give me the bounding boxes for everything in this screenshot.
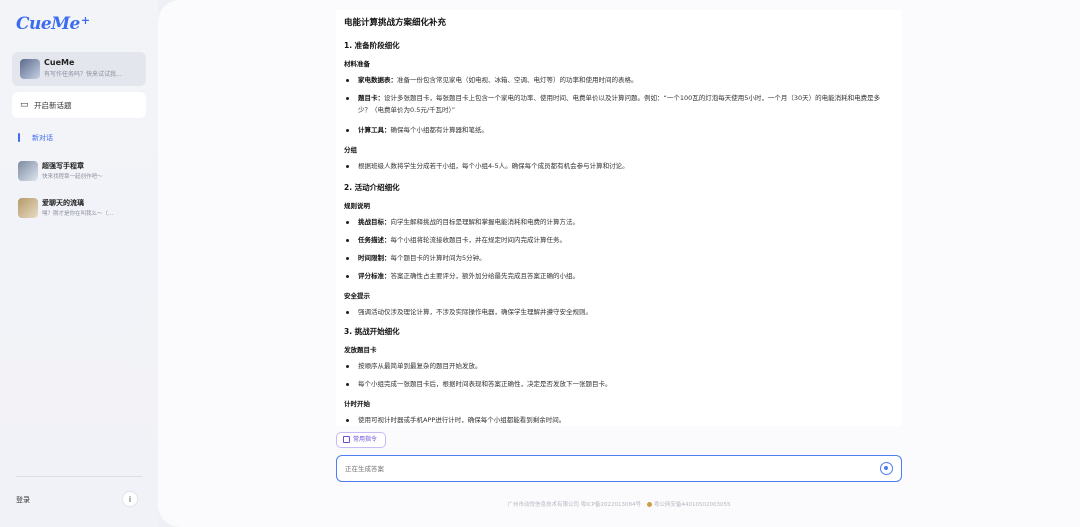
list-item: 题目卡：设计多张题目卡，每张题目卡上包含一个家电的功率、使用时间、电费单价以及计… (344, 92, 892, 116)
list-item: 家电数据表：准备一份包含常见家电（如电视、冰箱、空调、电灯等）的功率和使用时间的… (344, 74, 892, 86)
item-label: 家电数据表： (358, 76, 397, 84)
new-chat-button[interactable]: ▭ 开启新话题 (12, 92, 146, 118)
stop-generating-icon[interactable] (880, 462, 893, 475)
section-heading: 3. 挑战开始细化 (344, 327, 400, 336)
list-item: 计算工具：确保每个小组都有计算器和笔纸。 (344, 124, 892, 136)
item-text: 向学生解释挑战的目标是理解和掌握电能消耗和电费的计算方法。 (390, 218, 580, 226)
bullet-dot (346, 365, 349, 368)
bullet-dot (346, 311, 349, 314)
login-link[interactable]: 登录 (16, 495, 30, 505)
agent-name: CueMe (44, 58, 75, 67)
bullet-dot (346, 257, 349, 260)
info-icon[interactable]: i (122, 491, 138, 507)
subsection-heading: 分组 (344, 146, 357, 154)
item-text: 强调活动仅涉及理论计算，不涉及实际操作电器，确保学生理解并遵守安全规则。 (358, 308, 592, 316)
agent-name: 超强写手程章 (42, 162, 84, 170)
agent-avatar (18, 198, 38, 218)
bullet-dot (346, 129, 349, 132)
doc-title: 电能计算挑战方案细化补充 (344, 18, 447, 28)
list-item: 每个小组完成一张题目卡后，根据时间表现和答案正确性，决定是否发放下一张题目卡。 (344, 378, 892, 390)
agent-desc: 有写作任务吗？快来试试我... (44, 71, 122, 78)
bullet-dot (346, 79, 349, 82)
response-document: 电能计算挑战方案细化补充 1. 准备阶段细化 材料准备 家电数据表：准备一份包含… (336, 10, 902, 426)
item-text: 按顺序从最简单到最复杂的题目开始发放。 (358, 362, 482, 370)
item-text: 每个小组完成一张题目卡后，根据时间表现和答案正确性，决定是否发放下一张题目卡。 (358, 380, 612, 388)
list-item: 根据班级人数将学生分成若干小组，每个小组4-5人。确保每个成员都有机会参与计算和… (344, 160, 892, 172)
chat-input-box[interactable] (336, 455, 902, 482)
item-label: 评分标准： (358, 272, 391, 280)
bullet-dot (346, 239, 349, 242)
main-panel: 电能计算挑战方案细化补充 1. 准备阶段细化 材料准备 家电数据表：准备一份包含… (158, 0, 1080, 527)
command-label: 常用指令 (353, 436, 378, 443)
chat-input[interactable] (345, 462, 865, 476)
item-text: 设计多张题目卡，每张题目卡上包含一个家电的功率、使用时间、电费单价以及计算问题。… (358, 94, 881, 114)
subsection-heading: 计时开始 (344, 400, 370, 408)
list-item: 按顺序从最简单到最复杂的题目开始发放。 (344, 360, 892, 372)
subsection-heading: 发放题目卡 (344, 346, 377, 354)
list-item: 强调活动仅涉及理论计算，不涉及实际操作电器，确保学生理解并遵守安全规则。 (344, 306, 892, 318)
item-label: 时间限制： (358, 254, 391, 262)
item-label: 挑战目标： (358, 218, 391, 226)
app-logo[interactable]: CueMe+ (16, 14, 90, 36)
item-text: 每个小组将轮流接收题目卡，并在规定时间内完成计算任务。 (390, 236, 567, 244)
new-chat-label: 开启新话题 (34, 101, 72, 110)
bullet-dot (346, 275, 349, 278)
police-badge-icon (647, 502, 653, 507)
bullet-dot (346, 165, 349, 168)
subsection-heading: 安全提示 (344, 292, 370, 300)
conversation-label: 新对话 (32, 134, 53, 142)
bullet-dot (346, 419, 349, 422)
item-text: 确保每个小组都有计算器和笔纸。 (390, 126, 489, 134)
agent-desc: 快来找程章一起创作吧～ (42, 174, 103, 180)
section-heading: 1. 准备阶段细化 (344, 41, 400, 50)
common-commands-button[interactable]: 常用指令 (336, 432, 386, 448)
item-label: 任务描述： (358, 236, 391, 244)
police-text[interactable]: 粤公网安备44010502003055 (654, 502, 731, 508)
subsection-heading: 材料准备 (344, 60, 370, 68)
sidebar-divider (16, 476, 142, 477)
item-text: 根据班级人数将学生分成若干小组，每个小组4-5人。确保每个成员都有机会参与计算和… (358, 162, 629, 170)
section-heading: 2. 活动介绍细化 (344, 183, 400, 192)
list-item: 任务描述：每个小组将轮流接收题目卡，并在规定时间内完成计算任务。 (344, 234, 892, 246)
item-text: 准备一份包含常见家电（如电视、冰箱、空调、电灯等）的功率和使用时间的表格。 (397, 76, 638, 84)
command-icon (343, 436, 350, 443)
item-text: 使用可视计时器或手机APP进行计时，确保每个小组都能看到剩余时间。 (358, 416, 566, 424)
bullet-dot (346, 97, 349, 100)
footer: 广州市动悦信息技术有限公司 粤ICP备2022013084号 粤公网安备44010… (336, 500, 902, 508)
item-label: 计算工具： (358, 126, 391, 134)
list-item: 时间限制：每个题目卡的计算时间为5分钟。 (344, 252, 892, 264)
item-text: 每个题目卡的计算时间为5分钟。 (390, 254, 486, 262)
subsection-heading: 规则说明 (344, 202, 370, 210)
agent-name: 爱聊天的流璃 (42, 199, 84, 207)
list-item: 使用可视计时器或手机APP进行计时，确保每个小组都能看到剩余时间。 (344, 414, 892, 426)
list-item: 评分标准：答案正确性占主要评分，额外加分给最先完成且答案正确的小组。 (344, 270, 892, 282)
agent-avatar (18, 161, 38, 181)
agent-avatar (20, 59, 40, 79)
sidebar: CueMe+ CueMe 有写作任务吗？快来试试我... ▭ 开启新话题 新对话… (0, 0, 158, 527)
item-label: 题目卡： (358, 94, 384, 102)
bullet-dot (346, 383, 349, 386)
list-item: 挑战目标：向学生解释挑战的目标是理解和掌握电能消耗和电费的计算方法。 (344, 216, 892, 228)
agent-desc: 嘿？刚才是你在叫我么～（... (42, 211, 114, 217)
active-indicator (18, 133, 20, 142)
agent-item-writer[interactable]: 超强写手程章 快来找程章一起创作吧～ (16, 159, 150, 185)
icp-text[interactable]: 广州市动悦信息技术有限公司 粤ICP备2022013084号 (507, 502, 641, 508)
bullet-dot (346, 221, 349, 224)
agent-card-cueme[interactable]: CueMe 有写作任务吗？快来试试我... (12, 52, 146, 86)
agent-item-chat[interactable]: 爱聊天的流璃 嘿？刚才是你在叫我么～（... (16, 196, 150, 222)
item-text: 答案正确性占主要评分，额外加分给最先完成且答案正确的小组。 (390, 272, 580, 280)
new-chat-icon: ▭ (20, 100, 29, 110)
